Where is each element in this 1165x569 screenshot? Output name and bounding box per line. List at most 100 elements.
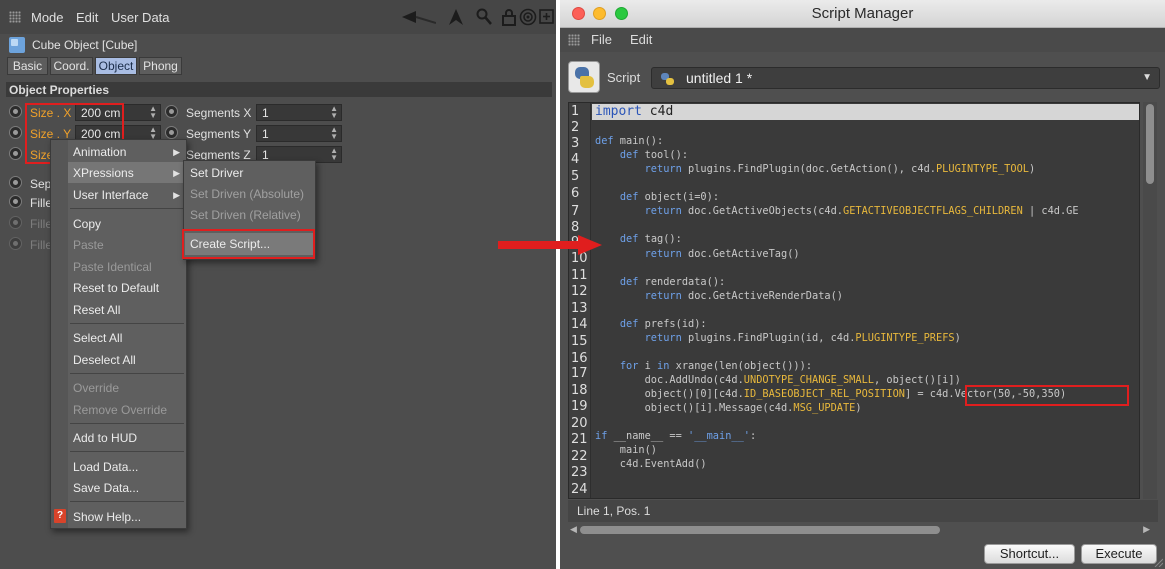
menu-edit[interactable]: Edit xyxy=(630,32,652,47)
menu-item-reset-all[interactable]: Reset All xyxy=(73,303,120,317)
menu-item-set-driven-absolute[interactable]: Set Driven (Absolute) xyxy=(190,187,304,201)
menu-item-override[interactable]: Override xyxy=(73,381,119,395)
menu-edit[interactable]: Edit xyxy=(76,10,98,25)
menu-item-save-data[interactable]: Save Data... xyxy=(73,481,139,495)
menu-item-set-driver[interactable]: Set Driver xyxy=(190,166,243,180)
code-line: c4d.EventAdd() xyxy=(595,458,707,471)
window-titlebar: Script Manager xyxy=(560,0,1165,28)
vertical-scrollbar[interactable] xyxy=(1143,102,1157,499)
shortcut-button[interactable]: Shortcut... xyxy=(984,544,1075,564)
line-number: 14 xyxy=(571,317,588,332)
scroll-thumb[interactable] xyxy=(580,526,940,534)
context-menu: Animation ▶ XPressions ▶ User Interface … xyxy=(50,139,187,529)
submenu-arrow-icon: ▶ xyxy=(173,168,180,178)
lock-icon[interactable] xyxy=(501,8,517,31)
segments-y-field[interactable]: 1 ▲ ▼ xyxy=(256,125,342,142)
execute-button[interactable]: Execute xyxy=(1081,544,1157,564)
tab-object[interactable]: Object xyxy=(95,57,137,75)
menu-separator xyxy=(70,501,184,502)
animate-radio-seg-y[interactable] xyxy=(165,126,178,139)
line-number: 21 xyxy=(571,432,588,447)
code-line: for i in xrange(len(object())): xyxy=(619,359,813,372)
line-number: 8 xyxy=(571,220,580,235)
line-number: 3 xyxy=(571,136,580,151)
menu-mode[interactable]: Mode xyxy=(31,10,64,25)
menu-item-set-driven-relative[interactable]: Set Driven (Relative) xyxy=(190,208,301,222)
resize-grip-icon[interactable] xyxy=(1153,557,1163,567)
tab-basic[interactable]: Basic xyxy=(7,57,48,75)
code-line: return plugins.FindPlugin(doc.GetAction(… xyxy=(644,163,1036,176)
animate-radio-fillet[interactable] xyxy=(9,195,22,208)
stepper-icon[interactable]: ▲ ▼ xyxy=(149,126,157,141)
line-number: 18 xyxy=(571,383,588,398)
menu-item-paste-identical[interactable]: Paste Identical xyxy=(73,260,152,274)
code-line: doc.AddUndo(c4d.UNDOTYPE_CHANGE_SMALL, o… xyxy=(595,373,961,386)
animate-radio-size-y[interactable] xyxy=(9,126,22,139)
add-panel-icon[interactable] xyxy=(539,8,555,31)
menu-item-select-all[interactable]: Select All xyxy=(73,331,122,345)
menu-file[interactable]: File xyxy=(591,32,612,47)
section-title: Object Properties xyxy=(9,83,110,97)
scroll-right-icon[interactable]: ▶ xyxy=(1143,524,1150,535)
line-number: 11 xyxy=(571,268,588,283)
code-line: def prefs(id): xyxy=(619,317,707,330)
menu-item-user-interface[interactable]: User Interface xyxy=(73,188,148,202)
menu-item-paste[interactable]: Paste xyxy=(73,238,104,252)
menu-item-animation[interactable]: Animation xyxy=(73,145,126,159)
code-line: def main(): xyxy=(595,135,664,148)
stepper-icon[interactable]: ▲ ▼ xyxy=(149,105,157,120)
chevron-down-icon: ▼ xyxy=(1142,72,1152,83)
menu-item-load-data[interactable]: Load Data... xyxy=(73,460,138,474)
animate-radio-fillet-subdivision[interactable] xyxy=(9,237,22,250)
line-number: 16 xyxy=(571,351,588,366)
grid-grip-icon[interactable] xyxy=(568,34,580,46)
animate-radio-separate[interactable] xyxy=(9,176,22,189)
line-number: 12 xyxy=(571,284,588,299)
grid-grip-icon[interactable] xyxy=(9,11,21,23)
menu-item-deselect-all[interactable]: Deselect All xyxy=(73,353,136,367)
menu-item-show-help[interactable]: Show Help... xyxy=(73,510,141,524)
menu-separator xyxy=(70,323,184,324)
code-line: return doc.GetActiveObjects(c4d.GETACTIV… xyxy=(644,205,1079,218)
search-icon[interactable] xyxy=(476,8,492,31)
animate-radio-fillet-radius[interactable] xyxy=(9,216,22,229)
stepper-icon[interactable]: ▲ ▼ xyxy=(330,126,338,141)
stepper-icon[interactable]: ▲ ▼ xyxy=(330,105,338,120)
target-icon[interactable] xyxy=(519,8,537,31)
horizontal-scrollbar[interactable]: ◀ ▶ xyxy=(568,523,1150,537)
status-bar: Line 1, Pos. 1 xyxy=(568,500,1158,522)
menu-item-xpressions[interactable]: XPressions xyxy=(73,166,134,180)
code-line: if __name__ == '__main__': xyxy=(595,430,757,443)
line-number: 22 xyxy=(571,449,588,464)
menu-item-reset-to-default[interactable]: Reset to Default xyxy=(73,281,159,295)
menu-separator xyxy=(70,451,184,452)
animate-radio-seg-x[interactable] xyxy=(165,105,178,118)
menu-user-data[interactable]: User Data xyxy=(111,10,170,25)
highlight-create-script xyxy=(182,229,315,259)
scroll-thumb[interactable] xyxy=(1146,104,1154,184)
fillet-subdivision-label: Fille xyxy=(30,238,53,252)
menu-item-add-to-hud[interactable]: Add to HUD xyxy=(73,431,137,445)
script-dropdown[interactable]: untitled 1 * ▼ xyxy=(651,67,1160,89)
window-title: Script Manager xyxy=(811,5,914,22)
segments-x-label: Segments X xyxy=(186,106,252,120)
code-line: import c4d xyxy=(595,104,674,119)
code-editor[interactable]: 123456789101112131415161718192021222324 … xyxy=(568,102,1140,499)
animate-radio-size-x[interactable] xyxy=(9,105,22,118)
script-manager-window: Script Manager File Edit Script untitled… xyxy=(560,0,1165,569)
arrow-back-icon[interactable] xyxy=(402,8,437,31)
menu-item-copy[interactable]: Copy xyxy=(73,217,101,231)
tab-coord[interactable]: Coord. xyxy=(50,57,93,75)
stepper-icon[interactable]: ▲ ▼ xyxy=(330,147,338,162)
fillet-label: Fille xyxy=(30,196,53,210)
segments-x-field[interactable]: 1 ▲ ▼ xyxy=(256,104,342,121)
script-menu-bar: File Edit xyxy=(560,28,1165,52)
animate-radio-size-z[interactable] xyxy=(9,147,22,160)
line-number: 1 xyxy=(571,104,580,119)
menu-item-remove-override[interactable]: Remove Override xyxy=(73,403,167,417)
segments-y-label: Segments Y xyxy=(186,127,252,141)
tab-phong[interactable]: Phong xyxy=(139,57,182,75)
attribute-manager: Mode Edit User Data Cube Object [Cube] B… xyxy=(0,0,556,569)
cursor-up-icon[interactable] xyxy=(448,8,464,31)
scroll-left-icon[interactable]: ◀ xyxy=(570,524,577,535)
